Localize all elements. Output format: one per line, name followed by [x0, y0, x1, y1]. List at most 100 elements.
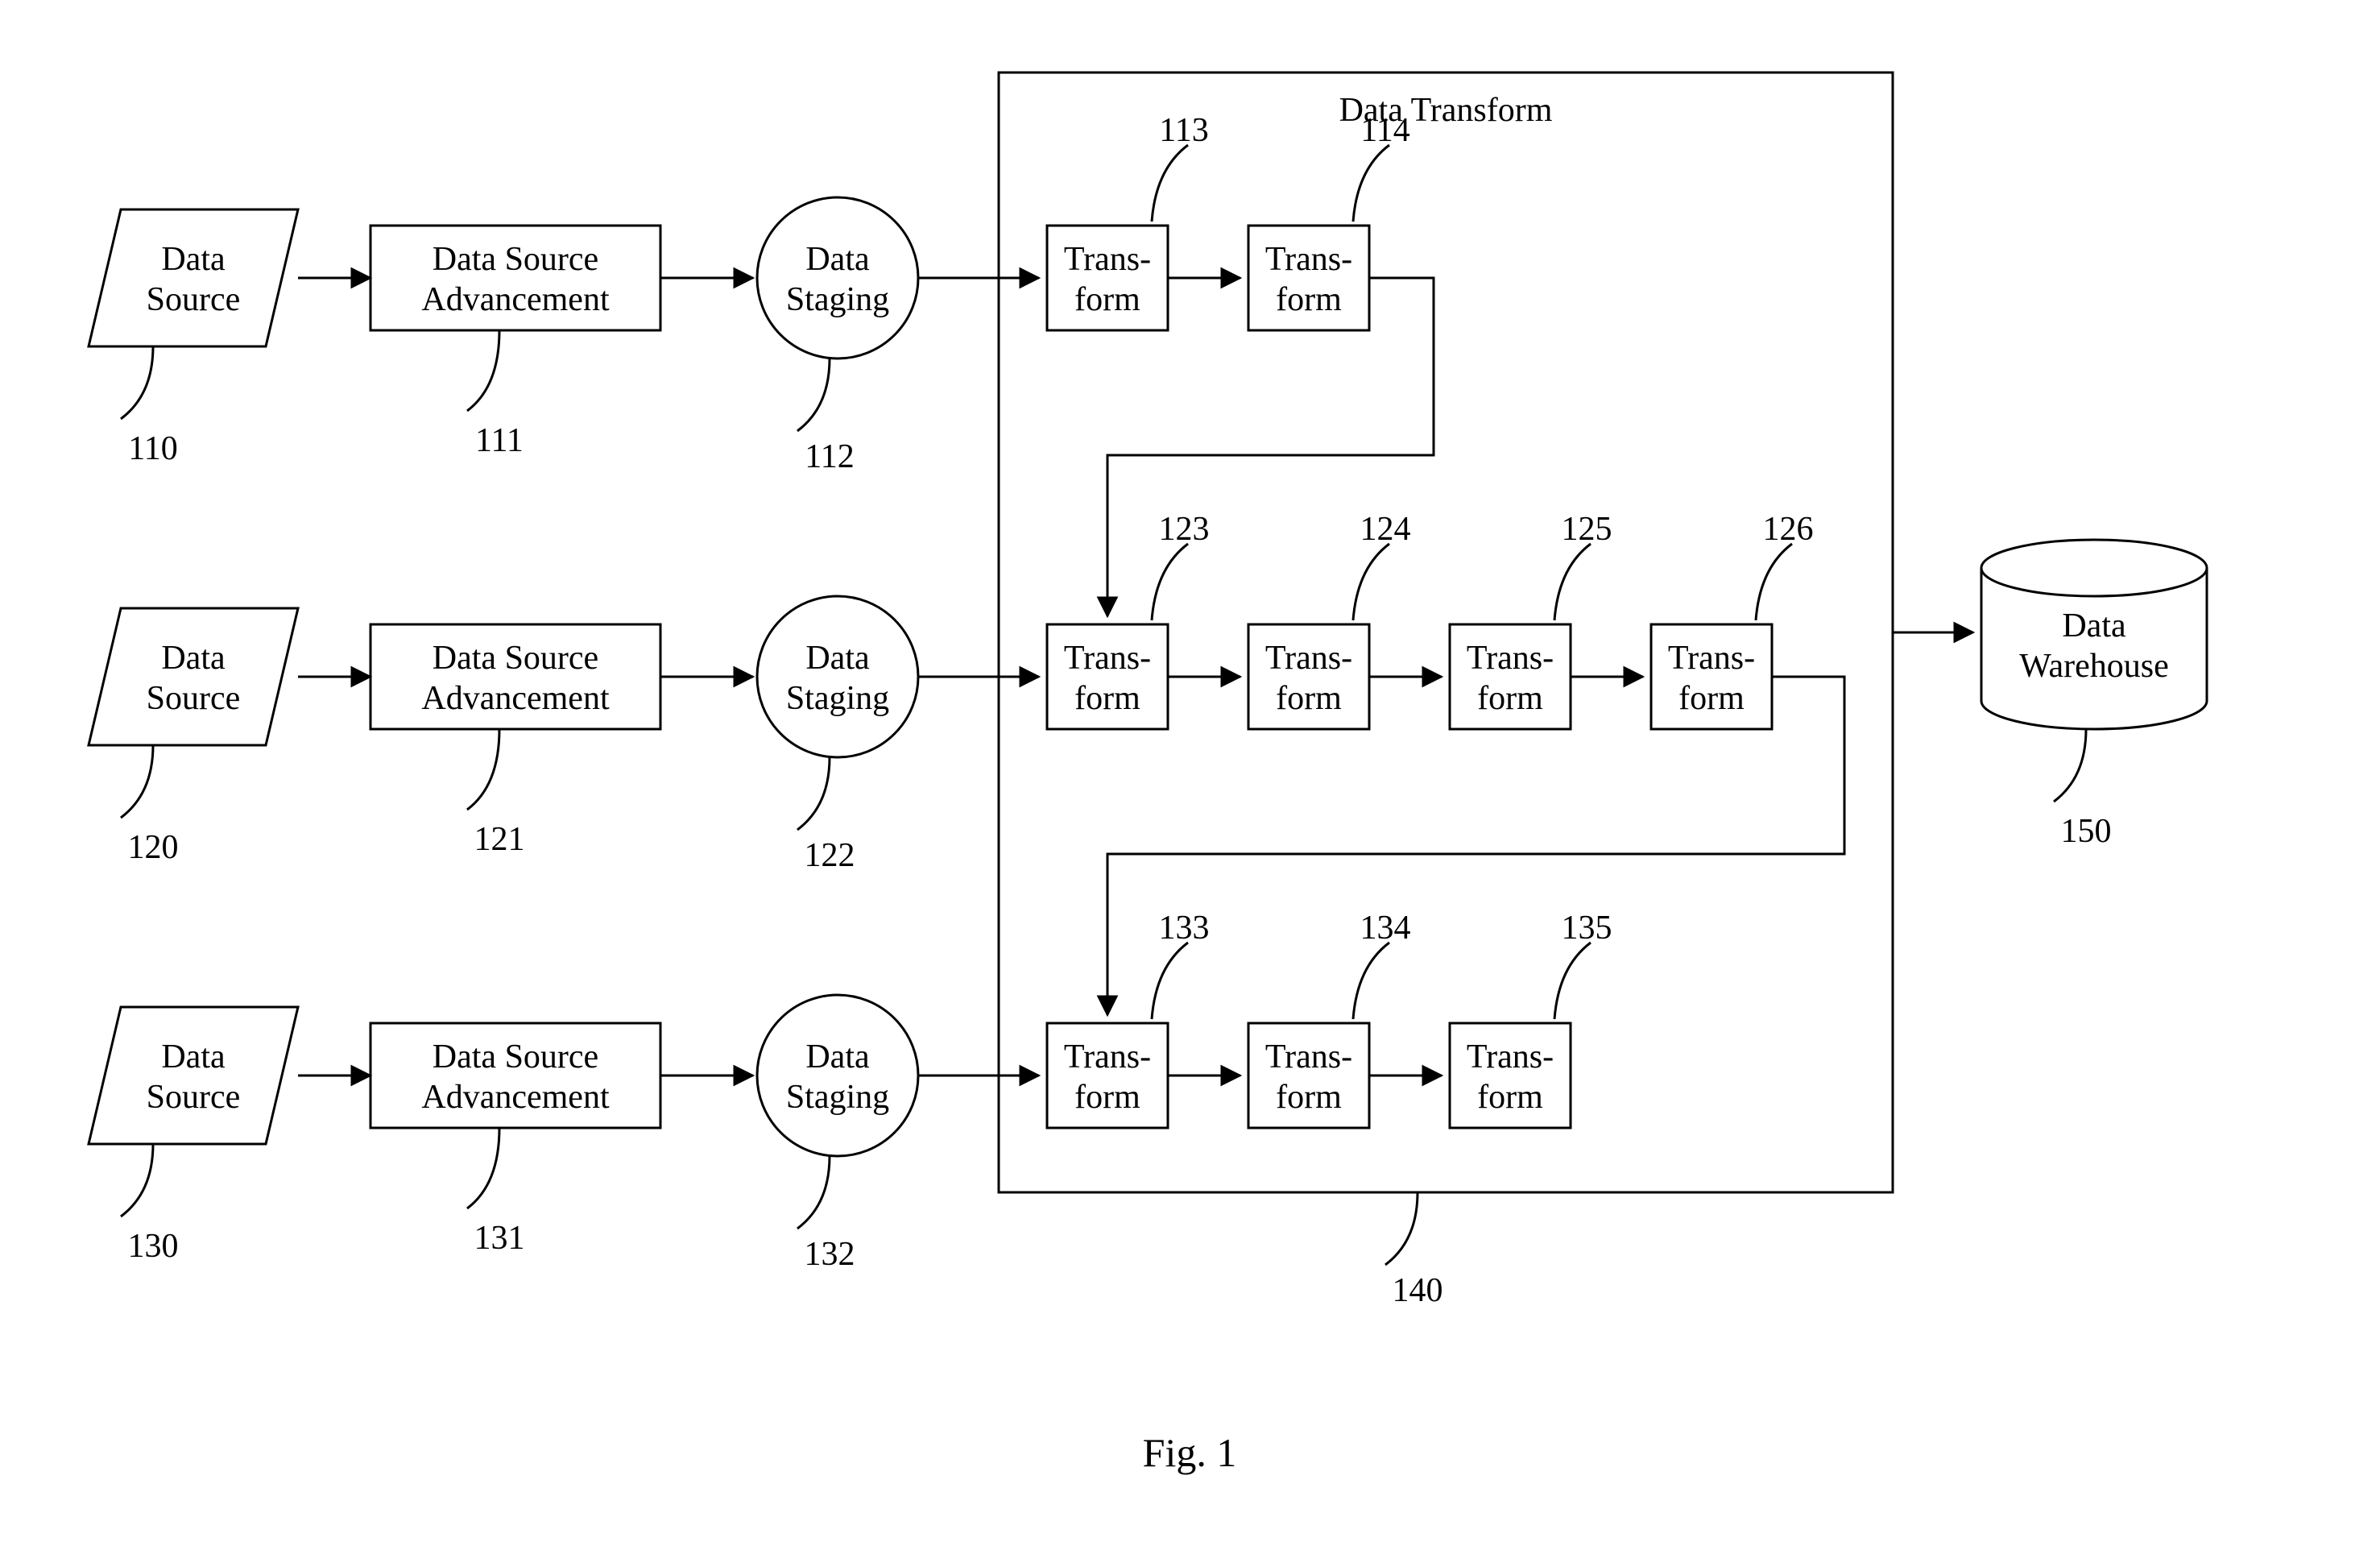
data-source-1: Data Source 110 — [89, 209, 298, 467]
ref-114: 114 — [1360, 112, 1409, 149]
leader-130 — [121, 1144, 153, 1216]
t125-label-1: Trans- — [1467, 640, 1554, 677]
leader-140 — [1385, 1192, 1418, 1265]
t114-label-1: Trans- — [1265, 241, 1352, 278]
ref-123: 123 — [1159, 511, 1210, 548]
t124-label-2: form — [1276, 680, 1342, 717]
figure-caption: Fig. 1 — [1143, 1430, 1237, 1475]
data-source-2: Data Source 120 — [89, 608, 298, 866]
connector-114-123 — [1107, 278, 1434, 616]
ref-130: 130 — [128, 1228, 179, 1265]
ref-121: 121 — [474, 821, 525, 858]
t133-label-2: form — [1074, 1079, 1140, 1116]
data-source-2-label-2: Source — [147, 680, 241, 717]
leader-134 — [1353, 943, 1389, 1019]
leader-111 — [467, 330, 499, 411]
t113-label-1: Trans- — [1064, 241, 1151, 278]
t124-label-1: Trans- — [1265, 640, 1352, 677]
row-3: Data Source 130 Data Source Advancement … — [89, 910, 1612, 1273]
leader-114 — [1353, 145, 1389, 222]
transform-123: Trans- form 123 — [1047, 511, 1210, 729]
connector-126-133 — [1107, 677, 1844, 1015]
t134-label-2: form — [1276, 1079, 1342, 1116]
ref-132: 132 — [805, 1236, 855, 1273]
ref-140: 140 — [1393, 1272, 1443, 1309]
data-source-1-label-2: Source — [147, 281, 241, 318]
transform-125: Trans- form 125 — [1450, 511, 1612, 729]
ref-125: 125 — [1562, 511, 1612, 548]
leader-133 — [1152, 943, 1188, 1019]
data-staging-1-label-1: Data — [805, 241, 870, 278]
t125-label-2: form — [1477, 680, 1543, 717]
t126-label-2: form — [1678, 680, 1745, 717]
data-staging-1: Data Staging 112 — [757, 197, 918, 475]
ref-112: 112 — [805, 438, 854, 475]
ref-111: 111 — [475, 422, 524, 459]
transform-124: Trans- form 124 — [1248, 511, 1411, 729]
ref-134: 134 — [1360, 910, 1411, 947]
t135-label-2: form — [1477, 1079, 1543, 1116]
leader-150 — [2054, 729, 2086, 802]
ref-120: 120 — [128, 829, 179, 866]
data-staging-3-label-2: Staging — [786, 1079, 889, 1116]
data-staging-1-label-2: Staging — [786, 281, 889, 318]
data-staging-2-label-1: Data — [805, 640, 870, 677]
transform-114: Trans- form 114 — [1248, 112, 1410, 330]
ref-131: 131 — [474, 1220, 525, 1257]
t135-label-1: Trans- — [1467, 1038, 1554, 1076]
data-advancement-1: Data Source Advancement 111 — [370, 226, 660, 459]
data-source-3-label-1: Data — [161, 1038, 226, 1076]
leader-121 — [467, 729, 499, 810]
ref-126: 126 — [1763, 511, 1814, 548]
data-warehouse: Data Warehouse 150 — [1981, 540, 2207, 850]
t114-label-2: form — [1276, 281, 1342, 318]
data-staging-2-label-2: Staging — [786, 680, 889, 717]
data-advancement-2-label-2: Advancement — [421, 680, 610, 717]
data-advancement-3-label-2: Advancement — [421, 1079, 610, 1116]
data-staging-2: Data Staging 122 — [757, 596, 918, 874]
data-source-1-label-1: Data — [161, 241, 226, 278]
leader-113 — [1152, 145, 1188, 222]
leader-122 — [797, 757, 830, 830]
data-advancement-1-label-1: Data Source — [433, 241, 598, 278]
leader-131 — [467, 1128, 499, 1208]
leader-126 — [1756, 544, 1792, 620]
leader-135 — [1554, 943, 1591, 1019]
data-source-2-label-1: Data — [161, 640, 226, 677]
etl-diagram: Data Transform Data Source 110 Data Sour… — [0, 0, 2380, 1546]
t126-label-1: Trans- — [1668, 640, 1755, 677]
ref-133: 133 — [1159, 910, 1210, 947]
ref-122: 122 — [805, 837, 855, 874]
leader-112 — [797, 359, 830, 431]
transform-126: Trans- form 126 — [1651, 511, 1814, 729]
data-advancement-1-label-2: Advancement — [421, 281, 610, 318]
data-warehouse-label-1: Data — [2062, 607, 2126, 645]
transform-113: Trans- form 113 — [1047, 112, 1209, 330]
transform-134: Trans- form 134 — [1248, 910, 1411, 1128]
leader-132 — [797, 1156, 830, 1229]
data-advancement-3: Data Source Advancement 131 — [370, 1023, 660, 1257]
leader-120 — [121, 745, 153, 818]
data-advancement-2-label-1: Data Source — [433, 640, 598, 677]
data-advancement-2: Data Source Advancement 121 — [370, 624, 660, 858]
ref-135: 135 — [1562, 910, 1612, 947]
data-staging-3-label-1: Data — [805, 1038, 870, 1076]
t123-label-2: form — [1074, 680, 1140, 717]
data-source-3: Data Source 130 — [89, 1007, 298, 1265]
data-warehouse-label-2: Warehouse — [2019, 648, 2169, 685]
transform-135: Trans- form 135 — [1450, 910, 1612, 1128]
data-advancement-3-label-1: Data Source — [433, 1038, 598, 1076]
ref-150: 150 — [2061, 813, 2112, 850]
ref-110: 110 — [128, 430, 177, 467]
t133-label-1: Trans- — [1064, 1038, 1151, 1076]
ref-124: 124 — [1360, 511, 1411, 548]
leader-125 — [1554, 544, 1591, 620]
t123-label-1: Trans- — [1064, 640, 1151, 677]
data-staging-3: Data Staging 132 — [757, 995, 918, 1273]
row-1: Data Source 110 Data Source Advancement … — [89, 112, 1434, 616]
t134-label-1: Trans- — [1265, 1038, 1352, 1076]
data-source-3-label-2: Source — [147, 1079, 241, 1116]
leader-110 — [121, 346, 153, 419]
transform-133: Trans- form 133 — [1047, 910, 1210, 1128]
leader-123 — [1152, 544, 1188, 620]
